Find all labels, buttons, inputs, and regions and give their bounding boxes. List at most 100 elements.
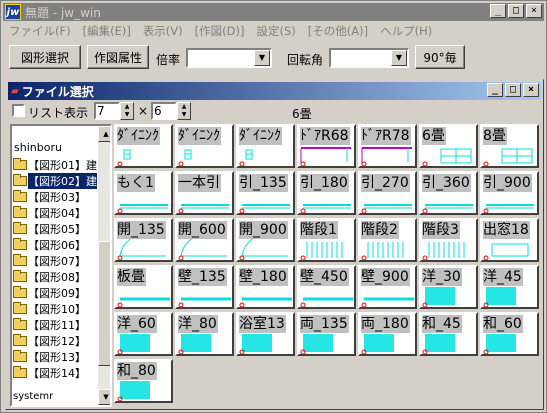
tree-folder-label: 【図形10】 — [28, 303, 86, 316]
symbol-tile[interactable]: 引_180 — [297, 171, 356, 215]
columns-spinner[interactable]: ▲ ▼ — [120, 102, 134, 120]
symbol-tile[interactable]: 和_60 — [480, 312, 539, 356]
tree-folder-item[interactable]: 【図形11】 — [13, 317, 86, 333]
symbol-tile[interactable]: 和_45 — [419, 312, 478, 356]
file-select-title-bar[interactable]: ▰ ファイル選択 _ □ × — [8, 82, 541, 100]
symbol-tile[interactable]: 引_135 — [236, 171, 295, 215]
minimize-icon[interactable]: _ — [487, 83, 503, 97]
close-icon[interactable]: × — [523, 83, 539, 97]
tree-folder-item[interactable]: 【図形07】 — [13, 253, 86, 269]
symbol-tile[interactable]: 6畳 — [419, 124, 478, 168]
menu-draw[interactable]: [作図(D)] — [189, 23, 251, 39]
arrow-down-icon[interactable]: ▼ — [98, 389, 110, 405]
menu-view[interactable]: 表示(V) — [137, 23, 189, 39]
tree-folder-item[interactable]: 【図形09】 — [13, 285, 86, 301]
symbol-tile[interactable]: 板畳 — [114, 265, 173, 309]
symbol-label: ﾄﾞｱR68 — [300, 127, 350, 145]
tree-folder-item[interactable]: 【図形03】 — [13, 189, 86, 205]
folder-icon — [13, 254, 27, 266]
maximize-icon[interactable]: □ — [505, 83, 521, 97]
symbol-tile[interactable]: 和_80 — [114, 359, 173, 403]
shape-select-button[interactable]: 図形選択 — [9, 45, 81, 69]
symbol-tile[interactable]: 開_600 — [175, 218, 234, 262]
symbol-tile[interactable]: 洋_45 — [480, 265, 539, 309]
symbol-tile[interactable]: 洋_60 — [114, 312, 173, 356]
symbol-tile[interactable]: 両_180 — [358, 312, 417, 356]
maximize-icon[interactable]: □ — [508, 4, 524, 18]
tree-scrollbar[interactable]: ▲ ▼ — [98, 126, 110, 405]
menu-edit[interactable]: [編集(E)] — [77, 23, 137, 39]
symbol-label: 洋_45 — [483, 268, 523, 286]
columns-input[interactable]: 7 — [94, 102, 120, 120]
symbol-label: 開_900 — [239, 221, 288, 239]
scale-combo[interactable]: ▼ — [186, 48, 272, 68]
symbol-tile[interactable]: 浴室13 — [236, 312, 295, 356]
rotation-label: 回転角 — [287, 53, 324, 67]
close-icon[interactable]: × — [526, 4, 542, 18]
symbol-tile[interactable]: 開_135 — [114, 218, 173, 262]
symbol-tile[interactable]: 洋_80 — [175, 312, 234, 356]
symbol-tile[interactable]: 階段2 — [358, 218, 417, 262]
symbol-tile[interactable]: 壁_900 — [358, 265, 417, 309]
menu-settings[interactable]: 設定(S) — [250, 23, 301, 39]
tree-folder-item[interactable]: 【図形12】 — [13, 333, 86, 349]
symbol-label: 板畳 — [117, 268, 146, 286]
minimize-icon[interactable]: _ — [490, 4, 506, 18]
symbol-tile[interactable]: 引_900 — [480, 171, 539, 215]
symbol-tile[interactable]: 両_135 — [297, 312, 356, 356]
window-title: 無題 - jw_win — [25, 5, 101, 20]
tree-folder-label: 【図形02】建 — [27, 172, 98, 190]
rotate-90-button[interactable]: 90°毎 — [415, 45, 465, 69]
symbol-label: 和_45 — [422, 315, 462, 333]
tree-root-bottom[interactable]: systemr — [13, 388, 53, 404]
symbol-tile[interactable]: 開_900 — [236, 218, 295, 262]
dropdown-arrow-icon[interactable]: ▼ — [254, 50, 270, 66]
menu-other[interactable]: [その他(A)] — [302, 23, 374, 39]
symbol-tile[interactable]: ﾄﾞｱR68 — [297, 124, 356, 168]
symbol-tile[interactable]: 洋_30 — [419, 265, 478, 309]
symbol-tile[interactable]: もく1 — [114, 171, 173, 215]
symbol-tile[interactable]: 一本引 — [175, 171, 234, 215]
tree-folder-item[interactable]: 【図形06】 — [13, 237, 86, 253]
symbol-tile[interactable]: 壁_450 — [297, 265, 356, 309]
tree-folder-item[interactable]: 【図形08】 — [13, 269, 86, 285]
symbol-tile[interactable]: 引_360 — [419, 171, 478, 215]
symbol-tile[interactable]: 壁_180 — [236, 265, 295, 309]
jw-file-icon: ▰ — [11, 85, 19, 97]
symbol-label: 壁_180 — [239, 268, 288, 286]
folder-tree[interactable]: shinboru 【図形01】建 【図形02】建 【図形03】 【図形04】 【図形05… — [10, 124, 112, 407]
tree-folder-item[interactable]: 【図形13】 — [13, 349, 86, 365]
symbol-tile[interactable]: 出窓18 — [480, 218, 539, 262]
list-view-checkbox[interactable] — [12, 104, 25, 117]
symbol-tile[interactable]: ﾀﾞｲﾆﾝｸ — [236, 124, 295, 168]
tree-folder-item[interactable]: 【図形04】 — [13, 205, 86, 221]
symbol-tile[interactable]: 8畳 — [480, 124, 539, 168]
symbol-label: 一本引 — [178, 174, 221, 192]
symbol-tile[interactable]: 壁_135 — [175, 265, 234, 309]
scroll-thumb[interactable] — [98, 241, 110, 366]
rotation-combo[interactable]: ▼ — [329, 48, 409, 68]
tree-folder-label: 【図形07】 — [28, 255, 86, 268]
tree-folder-item[interactable]: 【図形01】建 — [13, 157, 97, 173]
tree-folder-item[interactable]: 【図形02】建 — [13, 172, 98, 190]
draw-attr-button[interactable]: 作図属性 — [87, 45, 149, 69]
menu-file[interactable]: ファイル(F) — [3, 23, 77, 39]
arrow-up-icon[interactable]: ▲ — [98, 126, 110, 142]
symbol-tile[interactable]: 階段3 — [419, 218, 478, 262]
symbol-tile[interactable]: 引_270 — [358, 171, 417, 215]
rows-spinner[interactable]: ▲ ▼ — [177, 102, 191, 120]
symbol-tile[interactable]: ﾀﾞｲﾆﾝｸ — [175, 124, 234, 168]
tree-root[interactable]: shinboru — [14, 141, 62, 154]
tree-folder-item[interactable]: 【図形10】 — [13, 301, 86, 317]
symbol-tile[interactable]: ﾀﾞｲﾆﾝｸ — [114, 124, 173, 168]
folder-icon — [13, 334, 27, 346]
tree-folder-item[interactable]: 【図形14】 — [13, 365, 86, 381]
symbol-tile[interactable]: ﾄﾞｱR78 — [358, 124, 417, 168]
dropdown-arrow-icon[interactable]: ▼ — [391, 50, 407, 66]
symbol-label: もく1 — [117, 174, 155, 192]
menu-help[interactable]: ヘルプ(H) — [374, 23, 438, 39]
title-bar[interactable]: jw 無題 - jw_win _ □ × — [3, 3, 544, 21]
rows-input[interactable]: 6 — [151, 102, 177, 120]
tree-folder-item[interactable]: 【図形05】 — [13, 221, 86, 237]
symbol-tile[interactable]: 階段1 — [297, 218, 356, 262]
